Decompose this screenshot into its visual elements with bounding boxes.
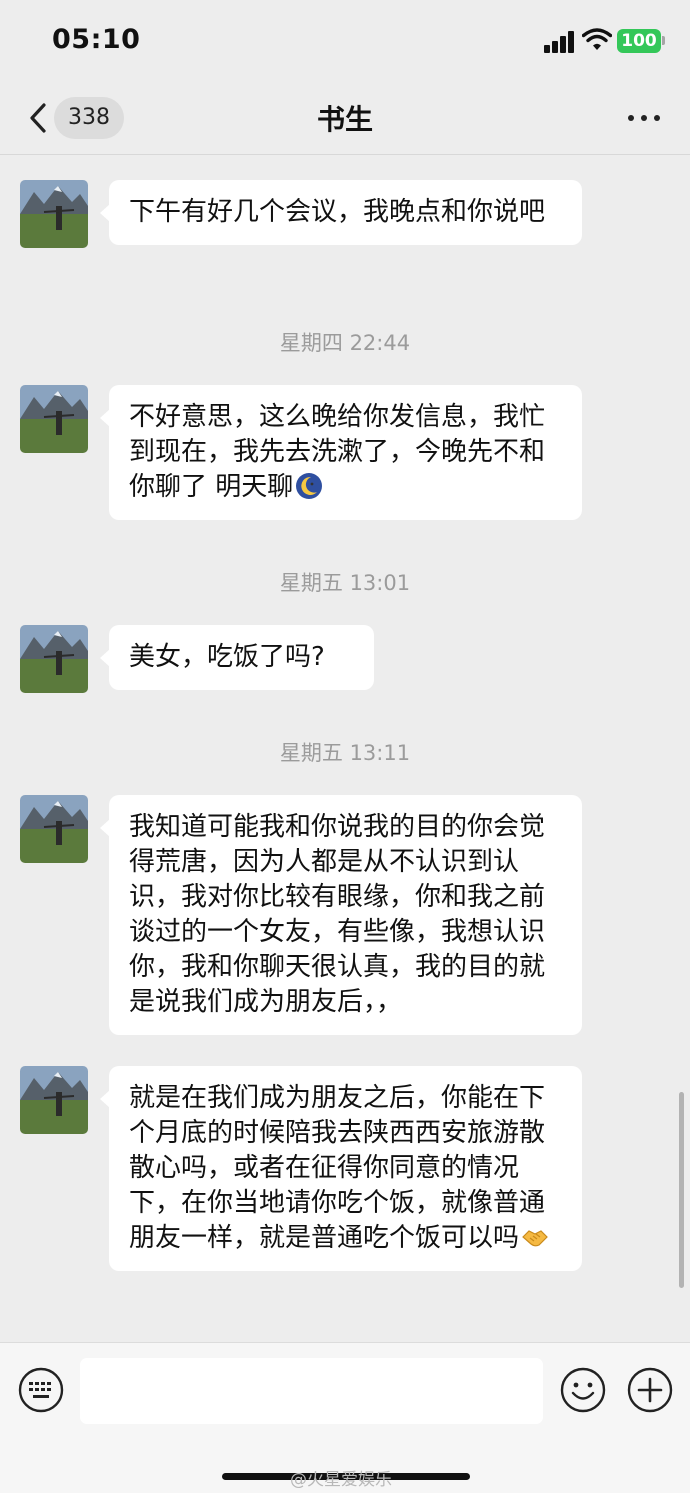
handshake-emoji-icon xyxy=(522,1230,548,1247)
battery-indicator: 100 xyxy=(617,29,661,53)
message-bubble[interactable]: 我知道可能我和你说我的目的你会觉得荒唐，因为人都是从不认识到认识，我对你比较有眼… xyxy=(100,795,582,1035)
message-bubble[interactable]: 不好意思，这么晚给你发信息，我忙到现在，我先去洗漱了，今晚先不和你聊了 明天聊 xyxy=(100,385,582,520)
status-bar: 05:10 100 xyxy=(0,0,690,80)
watermark: @火星爱娱乐 xyxy=(290,1470,392,1490)
wifi-icon xyxy=(582,28,612,50)
more-dot-icon xyxy=(654,115,660,121)
contact-avatar[interactable] xyxy=(20,1066,88,1134)
message-bubble[interactable]: 下午有好几个会议，我晚点和你说吧 xyxy=(100,180,582,245)
contact-avatar[interactable] xyxy=(20,180,88,248)
more-dot-icon xyxy=(641,115,647,121)
message-bubble[interactable]: 美女，吃饭了吗? xyxy=(100,625,374,690)
chat-title: 书生 xyxy=(316,103,373,136)
scrollbar[interactable] xyxy=(679,1092,684,1288)
message-timestamp: 星期五 13:01 xyxy=(279,571,411,595)
message-text: 就是在我们成为朋友之后，你能在下个月底的时候陪我去陕西西安旅游散散心吗，或者在征… xyxy=(129,1083,546,1253)
contact-avatar[interactable] xyxy=(20,625,88,693)
smiley-icon[interactable] xyxy=(560,1367,606,1413)
message-text: 美女，吃饭了吗? xyxy=(129,642,325,672)
message-input[interactable] xyxy=(80,1358,543,1424)
cellular-signal-icon xyxy=(544,31,576,53)
plus-icon[interactable] xyxy=(627,1367,673,1413)
unread-count-badge: 338 xyxy=(54,97,124,139)
message-text: 不好意思，这么晚给你发信息，我忙到现在，我先去洗漱了，今晚先不和你聊了 明天聊 xyxy=(129,402,546,502)
moon-face-emoji-icon xyxy=(296,473,323,499)
contact-avatar[interactable] xyxy=(20,385,88,453)
message-timestamp: 星期四 22:44 xyxy=(279,331,411,355)
more-options-button[interactable] xyxy=(620,102,668,132)
contact-avatar[interactable] xyxy=(20,795,88,863)
chat-header: 338 书生 xyxy=(0,80,690,155)
chat-input-bar: @火星爱娱乐 xyxy=(0,1342,690,1493)
more-dot-icon xyxy=(628,115,634,121)
message-timestamp: 星期五 13:11 xyxy=(279,741,411,765)
chevron-left-icon xyxy=(30,103,46,133)
battery-tip xyxy=(662,36,665,45)
message-bubble[interactable]: 就是在我们成为朋友之后，你能在下个月底的时候陪我去陕西西安旅游散散心吗，或者在征… xyxy=(100,1066,582,1271)
status-time: 05:10 xyxy=(52,24,141,55)
message-text: 下午有好几个会议，我晚点和你说吧 xyxy=(129,197,546,227)
message-text: 我知道可能我和你说我的目的你会觉得荒唐，因为人都是从不认识到认识，我对你比较有眼… xyxy=(129,812,546,1017)
back-button[interactable]: 338 xyxy=(20,97,124,139)
keyboard-icon[interactable] xyxy=(18,1367,64,1413)
